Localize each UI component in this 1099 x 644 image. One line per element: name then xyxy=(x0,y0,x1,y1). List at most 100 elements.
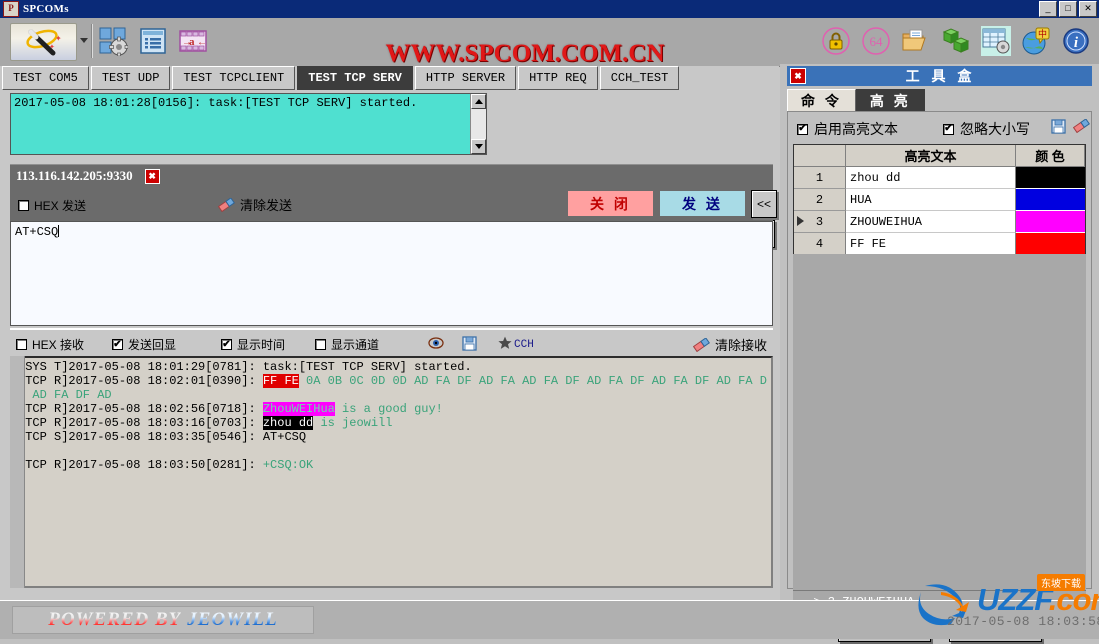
collapse-button[interactable]: << xyxy=(751,190,777,218)
maximize-button[interactable]: □ xyxy=(1059,1,1077,17)
send-text-value: AT+CSQ xyxy=(15,225,59,239)
tab-http-req[interactable]: HTTP REQ xyxy=(518,66,598,90)
lock-icon[interactable] xyxy=(821,26,851,56)
enable-highlight-label: 启用高亮文本 xyxy=(814,121,898,137)
window-controls: _ □ ✕ xyxy=(1039,1,1097,17)
hex-recv-checkbox[interactable]: HEX 接收 xyxy=(16,336,84,353)
send-textarea[interactable]: AT+CSQ xyxy=(10,221,773,326)
toolbar-divider xyxy=(91,24,93,58)
save-disk-icon[interactable] xyxy=(462,336,477,351)
show-channel-checkbox[interactable]: 显示通道 xyxy=(315,336,379,353)
row-highlight-text[interactable]: FF FE xyxy=(846,233,1016,255)
info-icon[interactable]: i xyxy=(1061,26,1091,56)
table-row[interactable]: 2 HUA xyxy=(794,189,1085,211)
toolbox-empty-area xyxy=(793,254,1086,595)
enable-highlight-checkbox[interactable]: ✔ 启用高亮文本 xyxy=(797,119,898,139)
main-tab-strip: TEST COM5 TEST UDP TEST TCPCLIENT TEST T… xyxy=(0,66,779,90)
scroll-down-button[interactable] xyxy=(471,139,486,154)
row-highlight-text[interactable]: zhou dd xyxy=(846,167,1016,189)
tab-test-tcpclient[interactable]: TEST TCPCLIENT xyxy=(172,66,296,90)
system-log-scrollbar[interactable] xyxy=(470,94,486,154)
list-view-icon[interactable] xyxy=(138,26,168,56)
show-channel-label: 显示通道 xyxy=(331,338,380,352)
checkbox-box: ✔ xyxy=(221,338,232,350)
receive-log-line: [TCP S]2017-05-08 18:03:35[0546]: AT+CSQ xyxy=(18,430,771,444)
checkbox-box xyxy=(315,339,326,350)
app-icon: P xyxy=(3,1,19,17)
tab-test-tcp-serv[interactable]: TEST TCP SERV xyxy=(297,66,413,90)
window-title: SPCOMs xyxy=(23,3,69,15)
header-index xyxy=(794,145,846,167)
green-blocks-icon[interactable] xyxy=(941,26,971,56)
receive-log-line: [TCP R]2017-05-08 18:03:50[0281]: +CSQ:O… xyxy=(18,458,771,472)
show-time-checkbox[interactable]: ✔ 显示时间 xyxy=(221,336,285,353)
highlight-table[interactable]: 高亮文本 颜 色 1 zhou dd 2 HUA 3 ZHOUWEIHUA 4 FF FE xyxy=(793,144,1086,255)
log-prefix: [TCP R]2017-05-08 18:02:56[0718]: xyxy=(18,402,263,416)
clear-send-button[interactable]: 清除发送 xyxy=(217,195,292,214)
uzzf-badge: 东坡下载 xyxy=(1037,574,1085,591)
tab-test-udp[interactable]: TEST UDP xyxy=(90,66,171,90)
close-icon[interactable]: ✖ xyxy=(790,68,806,84)
close-connection-button[interactable]: 关 闭 xyxy=(568,191,653,216)
close-button[interactable]: ✕ xyxy=(1079,1,1097,17)
row-color-swatch[interactable] xyxy=(1016,211,1085,233)
tcp-server-panel: 2017-05-08 18:01:28[0156]: task:[TEST TC… xyxy=(0,90,779,600)
row-highlight-text[interactable]: HUA xyxy=(846,189,1016,211)
ascii-convert-icon[interactable]: a → ← xyxy=(178,26,208,56)
receive-log-scrollbar[interactable] xyxy=(10,356,25,588)
send-button[interactable]: 发 送 xyxy=(660,191,745,216)
cch-label: CCH xyxy=(514,338,534,351)
echo-checkbox[interactable]: ✔ 发送回显 xyxy=(112,336,176,353)
toolbox-panel: ✖ 工 具 盒 命 令 高 亮 ✔ 启用高亮文本 ✔ 忽略大小写 高亮文本 颜 … xyxy=(780,64,1099,642)
application-window: P SPCOMs _ □ ✕ ✦ ✦ a → ← WWW.SPCOM.COM.C… xyxy=(0,0,1099,642)
checkbox-box xyxy=(18,200,29,211)
minimize-button[interactable]: _ xyxy=(1039,1,1057,17)
row-index: 1 xyxy=(794,167,846,189)
settings-grid-gear-icon[interactable] xyxy=(98,26,129,57)
table-row[interactable]: 1 zhou dd xyxy=(794,167,1085,189)
tab-http-server[interactable]: HTTP SERVER xyxy=(414,66,517,90)
row-color-swatch[interactable] xyxy=(1016,189,1085,211)
table-settings-icon[interactable] xyxy=(981,26,1011,56)
eraser-icon[interactable] xyxy=(1073,119,1090,133)
chevron-down-icon[interactable] xyxy=(80,38,88,43)
star-icon xyxy=(498,336,512,353)
save-disk-icon[interactable] xyxy=(1051,119,1066,134)
tab-highlight[interactable]: 高 亮 xyxy=(855,89,925,113)
open-folder-icon[interactable] xyxy=(901,26,931,56)
ignore-case-checkbox[interactable]: ✔ 忽略大小写 xyxy=(943,119,1030,139)
hex-send-checkbox[interactable]: HEX 发送 xyxy=(18,197,86,214)
close-icon[interactable]: ✖ xyxy=(144,168,160,184)
row-index: 2 xyxy=(794,189,846,211)
connection-header: 113.116.142.205:9330 ✖ xyxy=(10,164,773,187)
receive-log-area[interactable]: [SYS T]2017-05-08 18:01:29[0781]: task:[… xyxy=(10,356,773,588)
checkbox-box xyxy=(16,339,27,350)
row-color-swatch[interactable] xyxy=(1016,233,1085,255)
log-prefix: [TCP R]2017-05-08 18:03:50[0281]: xyxy=(18,458,263,472)
clear-receive-button[interactable]: 清除接收 xyxy=(692,335,767,354)
eye-icon[interactable] xyxy=(428,336,444,350)
header-color: 颜 色 xyxy=(1016,145,1085,167)
table-row[interactable]: 3 ZHOUWEIHUA xyxy=(794,211,1085,233)
globe-language-icon[interactable]: 中 xyxy=(1021,26,1051,56)
clear-receive-label: 清除接收 xyxy=(714,338,767,353)
magic-wand-icon[interactable]: ✦ ✦ xyxy=(10,23,77,61)
receive-log-line: [SYS T]2017-05-08 18:01:29[0781]: task:[… xyxy=(18,360,771,374)
system-log-box[interactable]: 2017-05-08 18:01:28[0156]: task:[TEST TC… xyxy=(10,93,487,155)
powered-by-banner: POWERED BY JEOWILL xyxy=(12,606,314,634)
tab-command[interactable]: 命 令 xyxy=(787,89,856,113)
receive-log-line: [TCP R]2017-05-08 18:02:56[0718]: ZhouWE… xyxy=(18,402,771,416)
highlight-options: ✔ 启用高亮文本 ✔ 忽略大小写 xyxy=(793,119,1090,139)
scroll-up-button[interactable] xyxy=(471,94,486,109)
sixty-four-icon[interactable]: 64 xyxy=(861,26,891,56)
tab-cch-test[interactable]: CCH_TEST xyxy=(599,66,680,90)
svg-text:✦: ✦ xyxy=(55,34,62,43)
cch-bookmark[interactable]: CCH xyxy=(498,336,534,353)
row-color-swatch[interactable] xyxy=(1016,167,1085,189)
toolbox-title-bar: ✖ 工 具 盒 xyxy=(787,66,1092,86)
table-row[interactable]: 4 FF FE xyxy=(794,233,1085,255)
tab-test-com5[interactable]: TEST COM5 xyxy=(2,66,89,90)
row-highlight-text[interactable]: ZHOUWEIHUA xyxy=(846,211,1016,233)
log-segment: FF FE xyxy=(262,374,299,388)
receive-log-line: [TCP R]2017-05-08 18:03:16[0703]: zhou d… xyxy=(18,416,771,430)
